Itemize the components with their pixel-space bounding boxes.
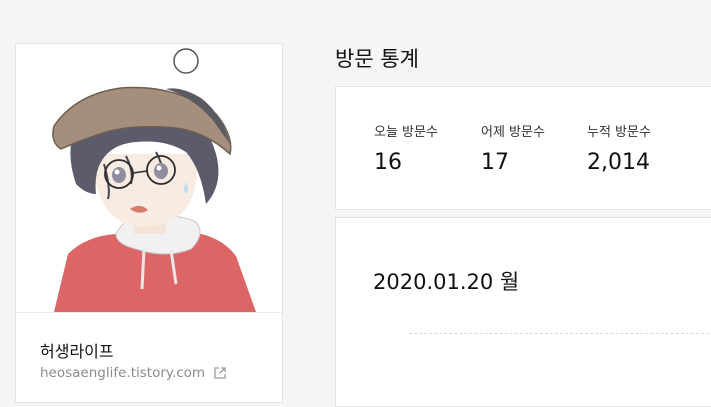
stats-card: 오늘 방문수 16 어제 방문수 17 누적 방문수 2,014 xyxy=(335,86,711,210)
blog-name[interactable]: 허생라이프 xyxy=(40,338,114,362)
stat-value: 17 xyxy=(481,150,509,175)
stat-total: 누적 방문수 2,014 xyxy=(587,121,651,175)
stat-today: 오늘 방문수 16 xyxy=(374,121,438,175)
blog-url[interactable]: heosaenglife.tistory.com xyxy=(40,365,205,381)
divider xyxy=(409,333,711,334)
avatar-illustration xyxy=(52,48,256,312)
stat-value: 2,014 xyxy=(587,150,650,175)
blog-url-link[interactable]: heosaenglife.tistory.com xyxy=(40,365,227,381)
section-title: 방문 통계 xyxy=(335,47,419,71)
stat-label: 어제 방문수 xyxy=(481,125,545,140)
stat-value: 16 xyxy=(374,150,402,175)
external-link-icon[interactable] xyxy=(213,366,227,380)
calendar-card: 2020.01.20 월 xyxy=(335,217,711,407)
stat-yesterday: 어제 방문수 17 xyxy=(481,121,545,175)
profile-info: 허생라이프 heosaenglife.tistory.com xyxy=(16,312,282,381)
date-heading: 2020.01.20 월 xyxy=(373,270,520,294)
profile-card: 허생라이프 heosaenglife.tistory.com xyxy=(15,43,283,403)
stat-label: 오늘 방문수 xyxy=(374,125,438,140)
avatar[interactable] xyxy=(16,44,282,312)
stat-label: 누적 방문수 xyxy=(587,125,651,140)
